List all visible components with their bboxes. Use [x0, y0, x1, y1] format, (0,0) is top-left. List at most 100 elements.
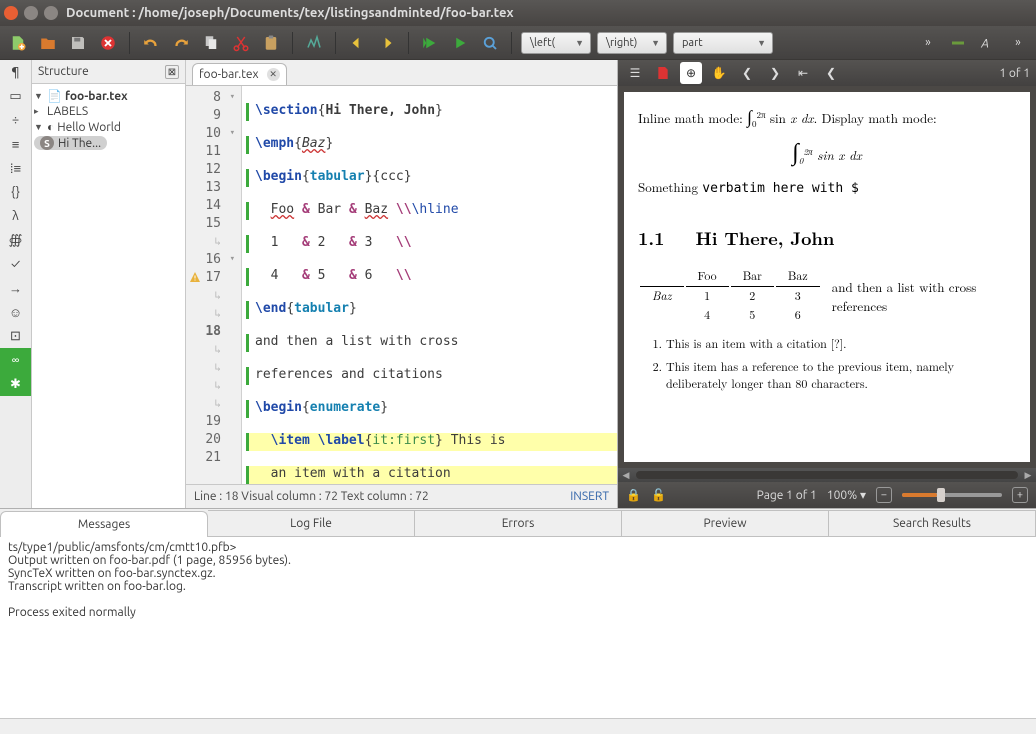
- prev-button[interactable]: [345, 31, 369, 55]
- save-button[interactable]: [66, 31, 90, 55]
- tool-icon[interactable]: [946, 31, 970, 55]
- fit-icon[interactable]: ⊕: [680, 62, 702, 84]
- editor-tabbar: foo-bar.tex ✕: [186, 60, 617, 86]
- build-button[interactable]: [418, 31, 442, 55]
- pdf-zoom-label: 100% ▾: [827, 488, 866, 502]
- warning-icon: [189, 271, 201, 283]
- close-tab-icon[interactable]: ✕: [267, 68, 280, 81]
- page-indicator: 1 of 1: [999, 67, 1030, 80]
- pdf-page-label: Page 1 of 1: [757, 489, 817, 502]
- code-area[interactable]: 8▾ 9 10▾ 11 12 13 14 15 ↳ 16▾ 17 ↳ ↳ 18 …: [186, 86, 617, 484]
- close-file-button[interactable]: [96, 31, 120, 55]
- pdf-preview-panel: ☰ ⊕ ✋ ❮ ❯ ⇤ ❮ 1 of 1 Inline math mode: ∫…: [618, 60, 1036, 508]
- tab-errors[interactable]: Errors: [415, 510, 622, 536]
- cut-button[interactable]: [229, 31, 253, 55]
- window-controls: [4, 6, 58, 20]
- tree-root[interactable]: ▼📄 foo-bar.tex: [34, 88, 183, 104]
- pdf-statusbar: 🔒 🔓 Page 1 of 1 100% ▾ − +: [618, 482, 1036, 508]
- tree-section-2[interactable]: SHi The...: [34, 135, 183, 151]
- undo-button[interactable]: [139, 31, 163, 55]
- editor-tab[interactable]: foo-bar.tex ✕: [192, 63, 287, 85]
- hand-icon[interactable]: ✋: [708, 62, 730, 84]
- window-title: Document : /home/joseph/Documents/tex/li…: [66, 6, 514, 20]
- editor-panel: foo-bar.tex ✕ 8▾ 9 10▾ 11 12 13 14 15 ↳ …: [186, 60, 618, 508]
- misc-icon[interactable]: ⊡: [0, 324, 31, 348]
- smile-icon[interactable]: ☺: [0, 300, 31, 324]
- next-page-icon[interactable]: ❯: [764, 62, 786, 84]
- svg-text:A: A: [980, 37, 989, 50]
- code-text[interactable]: \section{Hi There, John} \emph{Baz} \beg…: [242, 86, 617, 484]
- tab-messages[interactable]: Messages: [0, 511, 208, 537]
- redo-button[interactable]: [169, 31, 193, 55]
- editor-statusbar: Line : 18 Visual column : 72 Text column…: [186, 484, 617, 508]
- wizard-button[interactable]: [302, 31, 326, 55]
- gutter: 8▾ 9 10▾ 11 12 13 14 15 ↳ 16▾ 17 ↳ ↳ 18 …: [186, 86, 242, 484]
- zoom-slider[interactable]: [902, 493, 1002, 497]
- new-file-button[interactable]: [6, 31, 30, 55]
- zoom-in-icon[interactable]: +: [1012, 487, 1028, 503]
- pdf-toolbar: ☰ ⊕ ✋ ❮ ❯ ⇤ ❮ 1 of 1: [618, 60, 1036, 86]
- tree-section-1[interactable]: ▼◐ Hello World: [34, 119, 183, 135]
- bottom-tabs: Messages Log File Errors Preview Search …: [0, 509, 1036, 537]
- tab-label: foo-bar.tex: [199, 68, 259, 81]
- format-icon[interactable]: A: [976, 31, 1000, 55]
- arrow-icon[interactable]: →: [0, 276, 31, 300]
- compile-button[interactable]: [448, 31, 472, 55]
- cursor-position: Line : 18 Visual column : 72 Text column…: [194, 490, 429, 503]
- zoom-out-icon[interactable]: −: [876, 487, 892, 503]
- preview-enumerate: This is an item with a citation [?]. Thi…: [666, 335, 1016, 392]
- lock-icon[interactable]: 🔒: [626, 488, 641, 502]
- content-area: ¶ ▭ ÷ ≡ ⁞≡ {} λ ∰ ✓ → ☺ ⊡ ∞ ✱ Structure …: [0, 60, 1036, 508]
- structure-label: Structure: [38, 65, 89, 78]
- left-toolbar: ¶ ▭ ÷ ≡ ⁞≡ {} λ ∰ ✓ → ☺ ⊡ ∞ ✱: [0, 60, 32, 508]
- editor-mode: INSERT: [570, 490, 609, 503]
- view-button[interactable]: [478, 31, 502, 55]
- preview-table: FooBarBaz Baz123 456: [638, 265, 822, 325]
- part-icon[interactable]: ¶: [0, 60, 31, 84]
- infinity-icon[interactable]: ∞: [0, 348, 31, 372]
- overflow-icon[interactable]: »: [916, 31, 940, 55]
- main-toolbar: \left(▼ \right)▼ part▼ » A »: [0, 26, 1036, 60]
- pdf-scrollbar[interactable]: ◀▶: [618, 468, 1036, 482]
- tab-preview[interactable]: Preview: [622, 510, 829, 536]
- titlebar: Document : /home/joseph/Documents/tex/li…: [0, 0, 1036, 26]
- copy-button[interactable]: [199, 31, 223, 55]
- sidebar-icon[interactable]: ☰: [624, 62, 646, 84]
- first-page-icon[interactable]: ⇤: [792, 62, 814, 84]
- structure-title: Structure ⊠: [32, 60, 185, 84]
- paste-button[interactable]: [259, 31, 283, 55]
- ref-icon[interactable]: ÷: [0, 108, 31, 132]
- next-button[interactable]: [375, 31, 399, 55]
- math-icon[interactable]: ∰: [0, 228, 31, 252]
- left-delimiter-dropdown[interactable]: \left(▼: [521, 32, 591, 54]
- star-icon[interactable]: ✱: [0, 372, 31, 396]
- back-icon[interactable]: ❮: [820, 62, 842, 84]
- pdf-icon[interactable]: [652, 62, 674, 84]
- bottom-panel: Messages Log File Errors Preview Search …: [0, 508, 1036, 734]
- check-icon[interactable]: ✓: [0, 252, 31, 276]
- tree-labels[interactable]: ▸LABELS: [34, 104, 183, 119]
- tab-search-results[interactable]: Search Results: [829, 510, 1036, 536]
- messages-output[interactable]: ts/type1/public/amsfonts/cm/cmtt10.pfb> …: [0, 537, 1036, 718]
- open-file-button[interactable]: [36, 31, 60, 55]
- close-panel-icon[interactable]: ⊠: [165, 65, 179, 79]
- env-icon[interactable]: ≡: [0, 132, 31, 156]
- overflow-icon-2[interactable]: »: [1006, 31, 1030, 55]
- maximize-icon[interactable]: [44, 6, 58, 20]
- structure-tree: ▼📄 foo-bar.tex ▸LABELS ▼◐ Hello World SH…: [32, 84, 185, 508]
- unlock-icon[interactable]: 🔓: [651, 488, 666, 502]
- structure-panel: Structure ⊠ ▼📄 foo-bar.tex ▸LABELS ▼◐ He…: [32, 60, 186, 508]
- lambda-icon[interactable]: λ: [0, 204, 31, 228]
- tab-logfile[interactable]: Log File: [208, 510, 415, 536]
- label-icon[interactable]: ▭: [0, 84, 31, 108]
- brace-icon[interactable]: {}: [0, 180, 31, 204]
- sectioning-dropdown[interactable]: part▼: [673, 32, 773, 54]
- prev-page-icon[interactable]: ❮: [736, 62, 758, 84]
- close-icon[interactable]: [4, 6, 18, 20]
- bottom-footer: [0, 718, 1036, 734]
- pdf-viewport[interactable]: Inline math mode: ∫02π sin x dx. Display…: [618, 86, 1036, 468]
- minimize-icon[interactable]: [24, 6, 38, 20]
- pdf-page: Inline math mode: ∫02π sin x dx. Display…: [624, 92, 1030, 462]
- list-icon[interactable]: ⁞≡: [0, 156, 31, 180]
- right-delimiter-dropdown[interactable]: \right)▼: [597, 32, 667, 54]
